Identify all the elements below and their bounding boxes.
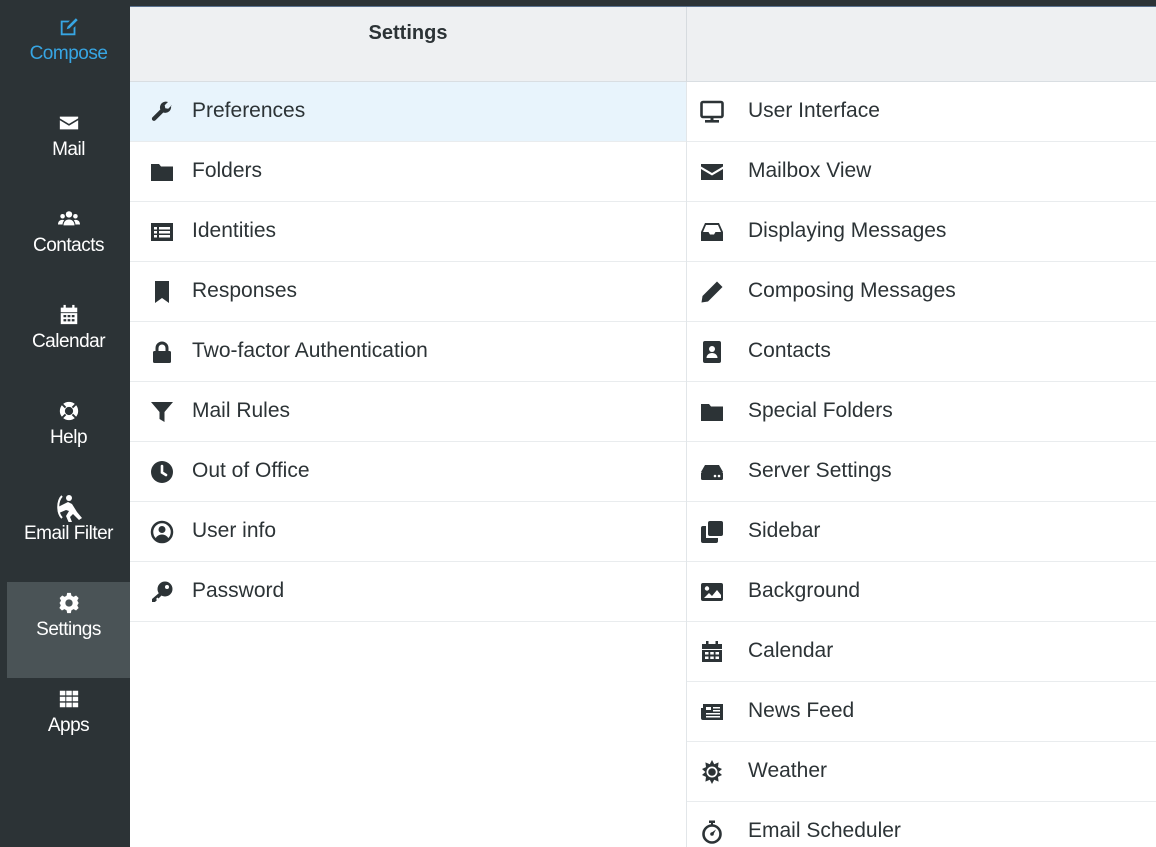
- pref-news-feed[interactable]: News Feed: [687, 682, 1156, 742]
- bookmark-icon: [150, 280, 174, 304]
- section-label: Password: [192, 579, 285, 602]
- section-label: Identities: [192, 219, 277, 242]
- section-two-factor-authentication[interactable]: Two-factor Authentication: [130, 322, 686, 382]
- pref-background[interactable]: Background: [687, 562, 1156, 622]
- hdd-icon: [700, 460, 724, 484]
- section-out-of-office[interactable]: Out of Office: [130, 442, 686, 502]
- sidebar-item-label: Help: [49, 427, 88, 448]
- section-folders[interactable]: Folders: [130, 142, 686, 202]
- users-icon: [57, 208, 80, 230]
- section-label: Preferences: [192, 99, 306, 122]
- sidebar-item-label: Compose: [29, 43, 108, 64]
- section-label: Folders: [192, 159, 263, 182]
- folder-icon: [700, 400, 724, 424]
- image-icon: [700, 580, 724, 604]
- pref-weather[interactable]: Weather: [687, 742, 1156, 802]
- pref-label: Composing Messages: [748, 279, 956, 302]
- pref-label: News Feed: [748, 699, 855, 722]
- pencil-icon: [700, 280, 724, 304]
- sidebar-item-apps[interactable]: Apps: [7, 678, 130, 774]
- pref-label: Mailbox View: [748, 159, 872, 182]
- pref-special-folders[interactable]: Special Folders: [687, 382, 1156, 442]
- section-mail-rules[interactable]: Mail Rules: [130, 382, 686, 442]
- grid-icon: [58, 688, 80, 710]
- pref-composing-messages[interactable]: Composing Messages: [687, 262, 1156, 322]
- pref-calendar[interactable]: Calendar: [687, 622, 1156, 682]
- sidebar-item-label: Email Filter: [23, 523, 114, 544]
- sidebar-item-label: Calendar: [31, 331, 106, 352]
- calendar-icon: [58, 304, 80, 326]
- pref-email-scheduler[interactable]: Email Scheduler: [687, 802, 1156, 847]
- section-label: Mail Rules: [192, 399, 291, 422]
- sun-icon: [700, 760, 724, 784]
- calendar-icon: [700, 640, 724, 664]
- pref-label: Background: [748, 579, 861, 602]
- sidebar-item-compose[interactable]: Compose: [7, 6, 130, 102]
- header-divider: [686, 7, 687, 82]
- pref-label: Sidebar: [748, 519, 821, 542]
- pref-contacts[interactable]: Contacts: [687, 322, 1156, 382]
- pref-displaying-messages[interactable]: Displaying Messages: [687, 202, 1156, 262]
- pref-label: Special Folders: [748, 399, 893, 422]
- section-user-info[interactable]: User info: [130, 502, 686, 562]
- pref-label: Server Settings: [748, 459, 892, 482]
- pref-server-settings[interactable]: Server Settings: [687, 442, 1156, 502]
- clock-icon: [150, 460, 174, 484]
- left-border: [0, 0, 7, 847]
- settings-header: Settings: [130, 7, 1156, 82]
- email-filter-icon: [54, 492, 84, 522]
- mail-settings-window: Compose Mail Contacts Calendar Help Emai…: [0, 0, 1156, 847]
- section-label: User info: [192, 519, 277, 542]
- key-icon: [150, 580, 174, 604]
- inbox-icon: [700, 220, 724, 244]
- settings-sections-list: Preferences Folders Identities Responses…: [130, 82, 686, 622]
- sidebar-item-mail[interactable]: Mail: [7, 102, 130, 198]
- stopwatch-icon: [700, 820, 724, 844]
- folder-icon: [150, 160, 174, 184]
- lock-icon: [150, 340, 174, 364]
- sidebar-item-label: Contacts: [33, 235, 104, 256]
- section-label: Out of Office: [192, 459, 310, 482]
- envelope-icon: [58, 112, 80, 134]
- wrench-icon: [150, 100, 174, 124]
- gear-icon: [58, 592, 80, 614]
- sidebar-item-label: Apps: [47, 715, 90, 736]
- section-preferences[interactable]: Preferences: [130, 82, 686, 142]
- sidebar-item-help[interactable]: Help: [7, 390, 130, 486]
- sidebar-item-label: Settings: [36, 619, 101, 640]
- pref-label: Displaying Messages: [748, 219, 947, 242]
- pref-label: Email Scheduler: [748, 819, 901, 842]
- id-list-icon: [150, 220, 174, 244]
- pref-label: Weather: [748, 759, 827, 782]
- pref-label: Calendar: [748, 639, 834, 662]
- preferences-sections-list: User Interface Mailbox View Displaying M…: [687, 82, 1156, 847]
- section-password[interactable]: Password: [130, 562, 686, 622]
- compose-icon: [58, 16, 80, 38]
- section-identities[interactable]: Identities: [130, 202, 686, 262]
- pref-sidebar[interactable]: Sidebar: [687, 502, 1156, 562]
- sidebar-item-label: Mail: [52, 139, 85, 160]
- clone-icon: [700, 520, 724, 544]
- page-title: Settings: [368, 22, 448, 44]
- sidebar-item-calendar[interactable]: Calendar: [7, 294, 130, 390]
- pref-mailbox-view[interactable]: Mailbox View: [687, 142, 1156, 202]
- pref-label: User Interface: [748, 99, 880, 122]
- user-circle-icon: [150, 520, 174, 544]
- sidebar-item-email-filter[interactable]: Email Filter: [7, 486, 130, 582]
- section-label: Responses: [192, 279, 298, 302]
- monitor-icon: [700, 100, 724, 124]
- sidebar-item-contacts[interactable]: Contacts: [7, 198, 130, 294]
- newspaper-icon: [700, 700, 724, 724]
- sidebar-item-settings[interactable]: Settings: [7, 582, 130, 678]
- section-label: Two-factor Authentication: [192, 339, 428, 362]
- pref-user-interface[interactable]: User Interface: [687, 82, 1156, 142]
- sidebar: Compose Mail Contacts Calendar Help Emai…: [7, 6, 130, 847]
- filter-icon: [150, 400, 174, 424]
- lifebuoy-icon: [58, 400, 80, 422]
- envelope-icon: [700, 160, 724, 184]
- address-book-icon: [700, 340, 724, 364]
- section-responses[interactable]: Responses: [130, 262, 686, 322]
- pref-label: Contacts: [748, 339, 831, 362]
